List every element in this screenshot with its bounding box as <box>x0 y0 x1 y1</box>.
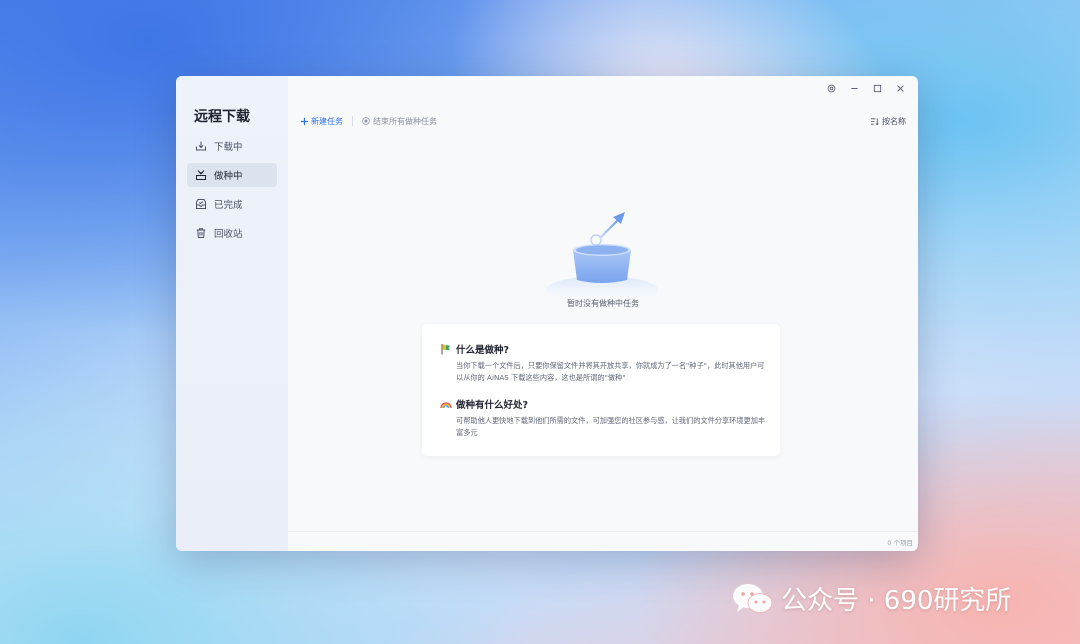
what-is-seeding-heading: 什么是做种? <box>440 342 509 356</box>
maximize-icon <box>873 84 882 92</box>
new-task-label: 新建任务 <box>311 116 343 126</box>
sidebar-item-trash[interactable]: 回收站 <box>187 221 277 245</box>
what-is-seeding-body: 当你下载一个文件后，只要你保留文件并将其开放共享，你就成为了一名"种子"，此时其… <box>456 361 765 382</box>
sidebar-item-label: 下载中 <box>214 142 243 153</box>
watermark: 公众号 · 690研究所 <box>731 580 1011 617</box>
wechat-icon <box>733 583 773 613</box>
minimize-button[interactable] <box>843 79 866 97</box>
window-controls <box>820 79 912 97</box>
close-button[interactable] <box>889 79 912 97</box>
q1-title: 什么是做种? <box>456 345 510 356</box>
sidebar-item-seeding[interactable]: 做种中 <box>187 163 277 187</box>
settings-button[interactable] <box>820 79 843 97</box>
flag-icon <box>441 344 450 355</box>
stop-all-seeding-button[interactable]: 结束所有做种任务 <box>362 116 437 127</box>
q2-title: 做种有什么好处? <box>456 400 529 411</box>
sidebar-item-completed[interactable]: 已完成 <box>187 192 277 216</box>
new-task-button[interactable]: 新建任务 <box>300 116 343 127</box>
empty-seeding-illustration <box>546 212 658 296</box>
maximize-button[interactable] <box>866 79 889 97</box>
seeding-benefits-heading: 做种有什么好处? <box>440 397 528 411</box>
rainbow-icon <box>440 402 452 409</box>
empty-state-message: 暂时没有做种中任务 <box>567 299 639 308</box>
sidebar-nav: 下载中 做种中 已完成 回收站 <box>187 134 277 250</box>
close-icon <box>897 84 904 92</box>
toolbar: 新建任务 结束所有做种任务 按名称 <box>300 114 906 128</box>
trash-icon <box>196 228 206 238</box>
seeding-info-card: 什么是做种? 当你下载一个文件后，只要你保留文件并将其开放共享，你就成为了一名"… <box>422 324 780 456</box>
sidebar-item-label: 回收站 <box>214 229 243 240</box>
status-bar: 0 个项目 <box>288 531 918 551</box>
sidebar: 远程下载 下载中 做种中 已完成 回收站 <box>176 76 288 551</box>
sidebar-item-downloading[interactable]: 下载中 <box>187 134 277 158</box>
seeding-benefits-body: 可帮助他人更快地下载到他们所需的文件，可加强您的社区参与感，让我们的文件分享环境… <box>456 416 766 437</box>
download-tray-icon <box>196 141 206 151</box>
main-panel: 新建任务 结束所有做种任务 按名称 暂时没有做种中任务 什么是做种? 当你下载一… <box>288 76 918 551</box>
sort-label: 按名称 <box>882 116 906 126</box>
watermark-text: 公众号 · 690研究所 <box>781 586 1012 616</box>
sort-by-name-button[interactable]: 按名称 <box>870 116 906 127</box>
stop-all-label: 结束所有做种任务 <box>373 116 437 126</box>
plus-icon <box>300 117 309 125</box>
minimize-icon <box>851 87 858 89</box>
stop-circle-icon <box>362 117 370 125</box>
app-window: 远程下载 下载中 做种中 已完成 回收站 新建任务 结束所有做种任务 按名称 暂… <box>176 76 918 551</box>
toolbar-divider <box>352 116 353 126</box>
sidebar-item-label: 已完成 <box>214 200 243 211</box>
completed-inbox-icon <box>196 199 206 209</box>
app-title: 远程下载 <box>194 109 250 125</box>
item-count: 0 个项目 <box>887 539 913 547</box>
seeding-icon <box>196 170 206 180</box>
sidebar-item-label: 做种中 <box>214 171 243 182</box>
gear-icon <box>827 84 836 92</box>
sort-icon <box>870 117 879 125</box>
